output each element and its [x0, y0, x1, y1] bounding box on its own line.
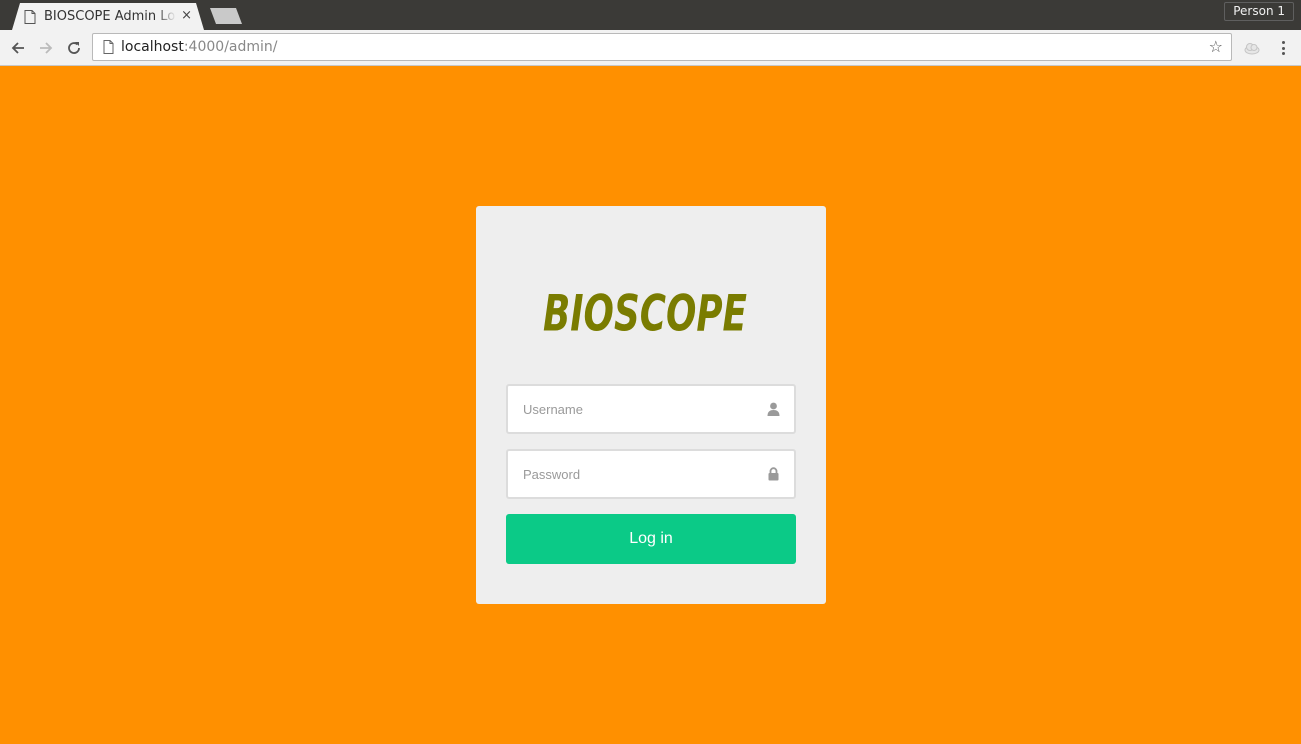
address-bar[interactable]: localhost:4000/admin/ ☆: [92, 33, 1232, 61]
url-path: :4000/admin/: [183, 39, 278, 55]
browser-titlebar: BIOSCOPE Admin Login × Person 1: [0, 0, 1301, 30]
bookmark-star-icon[interactable]: ☆: [1209, 38, 1223, 56]
login-button[interactable]: Log in: [506, 514, 796, 564]
profile-button[interactable]: Person 1: [1224, 2, 1294, 21]
forward-arrow-icon: [40, 42, 53, 54]
browser-tab[interactable]: BIOSCOPE Admin Login ×: [12, 3, 204, 30]
password-input[interactable]: [508, 451, 794, 497]
page-icon: [24, 9, 36, 24]
tab-close-icon[interactable]: ×: [181, 8, 192, 24]
logo-text: BIOSCOPE: [543, 286, 747, 338]
lock-icon: [768, 467, 779, 481]
back-arrow-icon: [11, 42, 24, 54]
url-host: localhost: [121, 39, 184, 55]
extension-cloud-icon[interactable]: [1243, 39, 1261, 57]
back-button[interactable]: [8, 38, 28, 58]
tab-title: BIOSCOPE Admin Login: [44, 9, 176, 24]
url-text: localhost:4000/admin/: [121, 39, 278, 55]
reload-button[interactable]: [64, 38, 84, 58]
username-field[interactable]: [506, 384, 796, 434]
user-icon: [767, 402, 780, 416]
username-input[interactable]: [508, 386, 794, 432]
browser-toolbar: localhost:4000/admin/ ☆: [0, 30, 1301, 66]
browser-menu-icon[interactable]: [1275, 39, 1291, 57]
bioscope-logo: BIOSCOPE: [543, 286, 747, 338]
page-info-icon: [103, 40, 114, 54]
forward-button[interactable]: [36, 38, 56, 58]
reload-icon: [68, 42, 80, 54]
new-tab-button[interactable]: [210, 8, 242, 24]
logo: BIOSCOPE: [0, 268, 1301, 338]
password-field[interactable]: [506, 449, 796, 499]
